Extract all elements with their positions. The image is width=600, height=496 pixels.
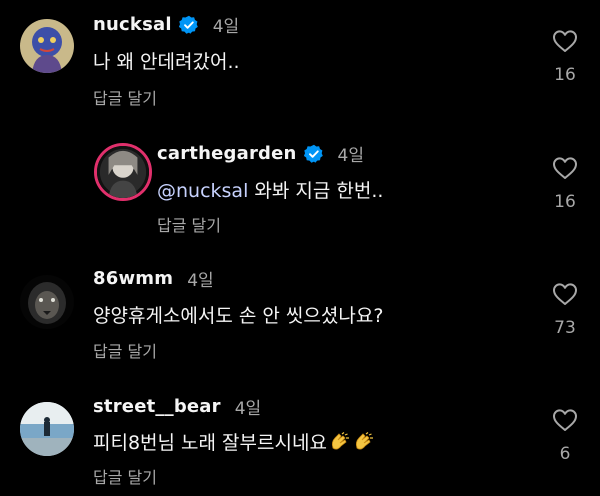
comment-text: 나 왜 안데려갔어.. bbox=[93, 51, 240, 73]
heart-outline-icon[interactable] bbox=[552, 156, 578, 180]
reply-button[interactable]: 답글 달기 bbox=[157, 212, 221, 236]
heart-outline-icon[interactable] bbox=[552, 408, 578, 432]
comment-text: 피티8번님 노래 잘부르시네요 bbox=[93, 428, 375, 455]
username[interactable]: 86wmm bbox=[93, 268, 173, 289]
timestamp: 4일 bbox=[234, 399, 262, 419]
like-count: 16 bbox=[554, 192, 576, 212]
heart-outline-icon[interactable] bbox=[552, 29, 578, 53]
avatar-nucksal[interactable] bbox=[20, 19, 74, 73]
mention-link[interactable]: @nucksal bbox=[157, 180, 248, 202]
reply-button[interactable]: 답글 달기 bbox=[93, 85, 157, 109]
clapping-hands-emoji bbox=[329, 432, 351, 452]
timestamp: 4일 bbox=[337, 146, 365, 166]
heart-outline-icon[interactable] bbox=[552, 282, 578, 306]
reply-button[interactable]: 답글 달기 bbox=[93, 338, 157, 362]
avatar-carthegarden[interactable] bbox=[94, 143, 152, 201]
comment-text: @nucksal 와봐 지금 한번.. bbox=[157, 176, 383, 203]
username[interactable]: carthegarden bbox=[157, 143, 297, 164]
timestamp: 4일 bbox=[187, 271, 214, 291]
username[interactable]: nucksal bbox=[93, 14, 172, 35]
clapping-hands-emoji bbox=[353, 432, 375, 452]
like-count: 6 bbox=[559, 444, 571, 464]
comment-body: 와봐 지금 한번.. bbox=[248, 180, 384, 202]
reply-button[interactable]: 답글 달기 bbox=[93, 464, 157, 488]
verified-badge-icon bbox=[303, 144, 324, 164]
comment-body: 피티8번님 노래 잘부르시네요 bbox=[93, 432, 327, 454]
username[interactable]: street__bear bbox=[93, 396, 221, 417]
timestamp: 4일 bbox=[212, 17, 240, 37]
verified-badge-icon bbox=[178, 15, 199, 35]
avatar-86wmm[interactable] bbox=[20, 275, 74, 329]
comment-text: 양양휴게소에서도 손 안 씻으셨나요? bbox=[93, 305, 384, 327]
avatar-street-bear[interactable] bbox=[20, 402, 74, 456]
like-count: 73 bbox=[554, 318, 576, 338]
like-count: 16 bbox=[554, 65, 576, 85]
